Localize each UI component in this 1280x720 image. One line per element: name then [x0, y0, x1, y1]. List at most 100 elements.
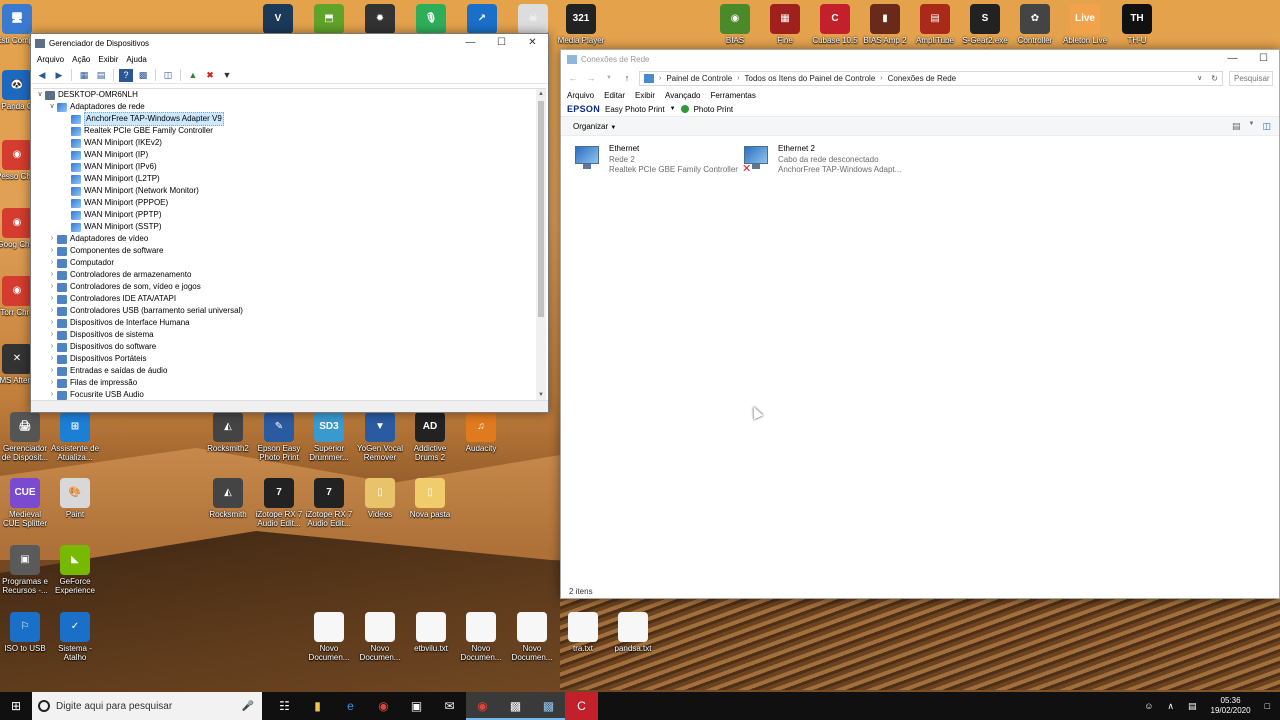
chevron-right-icon[interactable]: › [47, 317, 57, 329]
chevron-down-icon[interactable]: ▼ [603, 75, 615, 81]
desktop-icon-top[interactable]: ☠ [508, 4, 558, 36]
desktop-icon-top[interactable]: ▤ AmpliTube [910, 4, 960, 45]
update-driver-icon[interactable]: ▲ [186, 69, 200, 82]
desktop-file[interactable]: pandsa.txt [608, 612, 658, 653]
chrome-icon[interactable]: ◉ [367, 692, 400, 720]
search-input[interactable]: Pesquisar [1229, 70, 1273, 86]
chevron-down-icon[interactable]: ▼ [1249, 121, 1255, 132]
help-icon[interactable]: ? [119, 68, 133, 82]
desktop-icon[interactable]: ⊞ Assistente de Atualiza... [50, 412, 100, 462]
windows-start-icon[interactable]: ⊞ [0, 692, 32, 720]
desktop-icon[interactable]: ▯ Videos [355, 478, 405, 519]
breadcrumb-network-connections[interactable]: Conexões de Rede [888, 74, 957, 83]
desktop-file[interactable]: Novo Documen... [456, 612, 506, 662]
organize-button[interactable]: Organizar ▼ [573, 122, 616, 131]
maximize-button[interactable]: ☐ [486, 34, 517, 52]
chevron-right-icon[interactable]: › [47, 269, 57, 281]
refresh-icon[interactable]: ↻ [1207, 74, 1222, 83]
collapse-chevron-icon[interactable]: ∨ [35, 89, 45, 101]
connection-ethernet[interactable]: Ethernet Rede 2 Realtek PCIe GBE Family … [573, 144, 738, 176]
device-manager-task-icon[interactable]: ▩ [499, 692, 532, 720]
tree-scrollbar[interactable]: ▲ ▼ [536, 89, 546, 400]
tree-adapter-item[interactable]: WAN Miniport (IP) [33, 149, 546, 161]
chevron-right-icon[interactable]: › [47, 389, 57, 400]
tree-adapter-item[interactable]: WAN Miniport (IKEv2) [33, 137, 546, 149]
breadcrumb-control-panel[interactable]: Painel de Controle [666, 74, 732, 83]
chevron-down-icon[interactable]: ∨ [1197, 74, 1202, 82]
desktop-icon[interactable]: ✎ Epson Easy Photo Print [254, 412, 304, 462]
address-bar[interactable]: › Painel de Controle › Todos os Itens do… [639, 70, 1223, 86]
forward-arrow-icon[interactable]: → [585, 73, 597, 83]
tree-adapter-item[interactable]: WAN Miniport (IPv6) [33, 161, 546, 173]
desktop-icon-top[interactable]: ✹ [355, 4, 405, 36]
back-arrow-icon[interactable]: ◀ [35, 69, 49, 82]
chrome-active-icon[interactable]: ◉ [466, 692, 499, 720]
taskbar-search[interactable]: Digite aqui para pesquisar 🎤 [32, 692, 262, 720]
desktop-icon[interactable]: ▣ Programas e Recursos -... [0, 545, 50, 595]
network-connections-task-icon[interactable]: ▩ [532, 692, 565, 720]
tree-category-item[interactable]: › Entradas e saídas de áudio [33, 365, 546, 377]
uninstall-device-icon[interactable]: ✖ [203, 69, 217, 82]
tree-adapter-item[interactable]: AnchorFree TAP-Windows Adapter V9 [33, 112, 546, 126]
menu-acao[interactable]: Ação [70, 55, 96, 64]
chevron-right-icon[interactable]: › [47, 245, 57, 257]
scroll-up-icon[interactable]: ▲ [536, 89, 546, 99]
desktop-file[interactable]: etbvilu.txt [406, 612, 456, 653]
photo-print-button[interactable]: Photo Print [694, 105, 734, 114]
desktop-icon-top[interactable]: ◉ BIAS [710, 4, 760, 45]
desktop-icon[interactable]: ♫ Audacity [456, 412, 506, 453]
forward-arrow-icon[interactable]: ▶ [52, 69, 66, 82]
easy-photo-print-button[interactable]: Easy Photo Print [605, 105, 665, 114]
desktop-icon[interactable]: 7 iZotope RX 7 Audio Edit... [254, 478, 304, 528]
chevron-right-icon[interactable]: › [47, 329, 57, 341]
tree-category-item[interactable]: › Dispositivos de sistema [33, 329, 546, 341]
up-arrow-icon[interactable]: ↑ [621, 73, 633, 83]
clock[interactable]: 05:36 19/02/2020 [1211, 696, 1251, 716]
desktop-icon[interactable]: CUE Medieval CUE Splitter [0, 478, 50, 528]
desktop-icon[interactable]: ✓ Sistema - Atalho [50, 612, 100, 662]
chevron-down-icon[interactable]: ▼ [670, 106, 676, 112]
desktop-icon-top[interactable]: SS-Gear2.exe - [960, 4, 1010, 54]
chevron-right-icon[interactable]: › [47, 281, 57, 293]
tree-adapter-item[interactable]: WAN Miniport (PPPOE) [33, 197, 546, 209]
back-arrow-icon[interactable]: ← [567, 73, 579, 83]
desktop-file[interactable]: Novo Documen... [355, 612, 405, 662]
desktop-icon[interactable]: ▯ Nova pasta [405, 478, 455, 519]
chevron-right-icon[interactable]: › [47, 257, 57, 269]
maximize-button[interactable]: ☐ [1248, 50, 1279, 68]
minimize-button[interactable]: — [1217, 50, 1248, 68]
tree-category-item[interactable]: › Controladores de som, vídeo e jogos [33, 281, 546, 293]
desktop-icon[interactable]: ▼ YoGen Vocal Remover [355, 412, 405, 462]
cubase-task-icon[interactable]: C [565, 692, 598, 720]
network-connections-titlebar[interactable]: Conexões de Rede — ☐ [561, 50, 1279, 68]
tree-root[interactable]: ∨ DESKTOP-OMR6NLH [33, 89, 546, 101]
desktop-file[interactable]: Novo Documen... [304, 612, 354, 662]
download-driver-icon[interactable]: ▼ [220, 69, 234, 82]
desktop-icon-top[interactable]: TH TH-U [1112, 4, 1162, 45]
tree-category-item[interactable]: › Adaptadores de vídeo [33, 233, 546, 245]
edge-icon[interactable]: e [334, 692, 367, 720]
tree-category-item[interactable]: › Dispositivos do software [33, 341, 546, 353]
minimize-button[interactable]: — [455, 34, 486, 52]
tree-adapter-item[interactable]: Realtek PCIe GBE Family Controller [33, 125, 546, 137]
menu-ferramentas[interactable]: Ferramentas [710, 91, 755, 100]
collapse-chevron-icon[interactable]: ∨ [47, 101, 57, 113]
file-explorer-icon[interactable]: ▮ [301, 692, 334, 720]
desktop-icon[interactable]: ◭ Rocksmith [203, 478, 253, 519]
desktop-icon[interactable]: ◣ GeForce Experience [50, 545, 100, 595]
desktop-icon-top[interactable]: ▮ BIAS Amp 2 [860, 4, 910, 45]
desktop-icon-top[interactable]: ✿ Controller [1010, 4, 1060, 45]
desktop-icon[interactable]: 🖨 Gerenciador de Disposit... [0, 412, 50, 462]
tree-category-item[interactable]: › Dispositivos de Interface Humana [33, 317, 546, 329]
tree-category-item[interactable]: › Dispositivos Portáteis [33, 353, 546, 365]
tree-category-item[interactable]: › Controladores USB (barramento serial un… [33, 305, 546, 317]
network-tray-icon[interactable]: ▤ [1188, 701, 1197, 712]
tree-category-item[interactable]: › Controladores de armazenamento [33, 269, 546, 281]
chevron-up-icon[interactable]: ∧ [1167, 701, 1174, 712]
chevron-right-icon[interactable]: › [47, 353, 57, 365]
desktop-icon-top[interactable]: C Cubase 10.5 [810, 4, 860, 45]
desktop-icon[interactable]: 🎨 Paint [50, 478, 100, 519]
device-manager-titlebar[interactable]: Gerenciador de Dispositivos — ☐ ✕ [31, 34, 548, 52]
properties-icon[interactable]: ▦ [77, 69, 91, 82]
breadcrumb-all-items[interactable]: Todos os Itens do Painel de Controle [745, 74, 876, 83]
